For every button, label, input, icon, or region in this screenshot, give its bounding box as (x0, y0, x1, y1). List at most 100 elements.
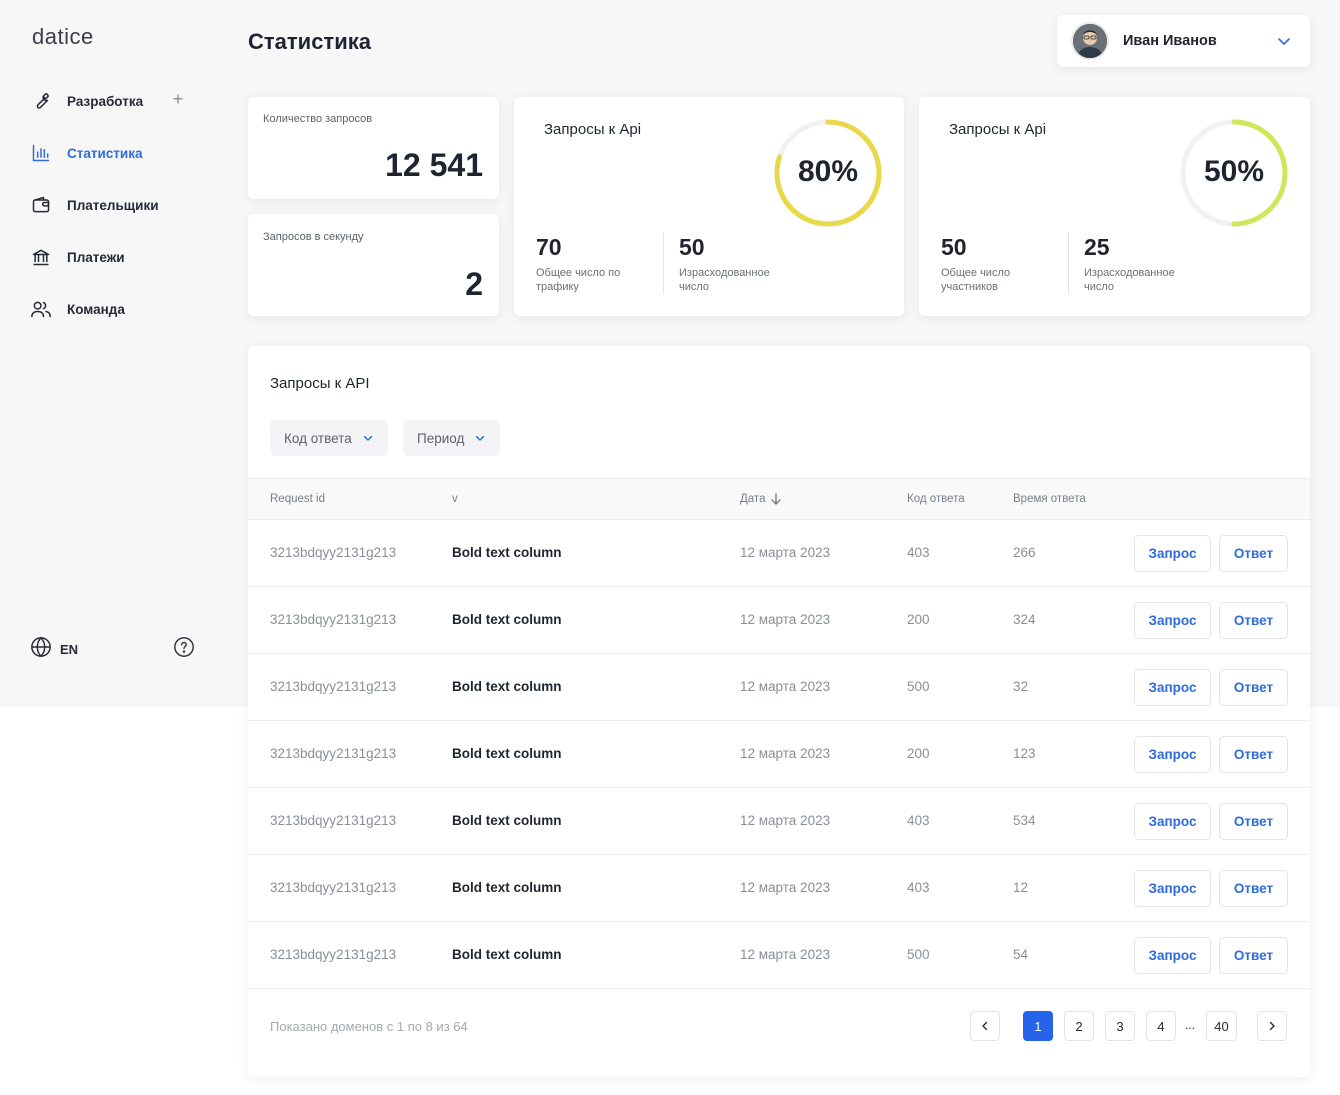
date-cell: 12 марта 2023 (740, 612, 831, 627)
response-time-cell: 266 (1013, 545, 1036, 560)
date-cell: 12 марта 2023 (740, 947, 831, 962)
request-button[interactable]: Запрос (1134, 870, 1211, 907)
column-header-label: Дата (740, 493, 766, 505)
response-code-cell: 403 (907, 813, 930, 828)
table-row: 3213bdqyy2131g213 Bold text column 12 март… (248, 855, 1310, 922)
response-time-cell: 12 (1013, 880, 1029, 895)
date-cell: 12 марта 2023 (740, 545, 831, 560)
previous-page-button[interactable] (970, 1011, 1000, 1041)
spent-label: Израсходованное число (1084, 267, 1175, 293)
pagination-summary: Показано доменов с 1 по 8 из 64 (270, 1019, 468, 1034)
users-icon (30, 298, 52, 320)
column-header-date[interactable]: Дата (740, 493, 782, 505)
api-card-title: Запросы к Api (949, 121, 1047, 138)
v-cell: Bold text column (452, 947, 562, 962)
sidebar-item-team[interactable]: Команда (30, 297, 125, 321)
sidebar-item-label: Команда (67, 301, 125, 317)
globe-icon (30, 636, 52, 663)
stat-divider (663, 232, 664, 294)
avatar (1071, 22, 1109, 60)
spent-value: 25 (1084, 234, 1110, 260)
page-button-4[interactable]: 4 (1146, 1011, 1176, 1041)
sidebar-item-payments[interactable]: Платежи (30, 245, 125, 269)
chevron-down-icon (1276, 33, 1292, 54)
v-cell: Bold text column (452, 612, 562, 627)
sidebar-item-development[interactable]: Разработка (30, 89, 143, 113)
response-button[interactable]: Ответ (1219, 736, 1288, 773)
request-id-cell: 3213bdqyy2131g213 (270, 746, 397, 761)
v-cell: Bold text column (452, 679, 562, 694)
wallet-icon (30, 194, 52, 216)
chevron-down-icon (363, 435, 372, 441)
requests-count-card: Количество запросов 12 541 (248, 97, 499, 199)
response-code-cell: 500 (907, 947, 930, 962)
total-traffic-label: Общее число по трафику (536, 267, 621, 293)
request-id-cell: 3213bdqyy2131g213 (270, 679, 397, 694)
table-row: 3213bdqyy2131g213 Bold text column 12 март… (248, 721, 1310, 788)
column-header-response-time[interactable]: Время ответа (1013, 493, 1086, 505)
language-label: EN (60, 642, 79, 657)
request-button[interactable]: Запрос (1134, 602, 1211, 639)
sidebar-item-label: Статистика (67, 145, 143, 161)
requests-per-second-label: Запросов в секунду (263, 231, 364, 243)
response-button[interactable]: Ответ (1219, 535, 1288, 572)
response-button[interactable]: Ответ (1219, 870, 1288, 907)
response-code-cell: 200 (907, 612, 930, 627)
response-button[interactable]: Ответ (1219, 669, 1288, 706)
bar-chart-icon (30, 142, 52, 164)
request-button[interactable]: Запрос (1134, 669, 1211, 706)
request-button[interactable]: Запрос (1134, 736, 1211, 773)
response-button[interactable]: Ответ (1219, 803, 1288, 840)
table-title: Запросы к API (270, 375, 370, 392)
sidebar-item-payers[interactable]: Плательщики (30, 193, 159, 217)
add-project-button[interactable]: + (170, 90, 186, 108)
date-cell: 12 марта 2023 (740, 746, 831, 761)
response-time-cell: 32 (1013, 679, 1029, 694)
filter-label: Код ответа (284, 430, 352, 446)
request-button[interactable]: Запрос (1134, 535, 1211, 572)
table-header: Request id v Дата Код ответа Время ответ… (248, 478, 1310, 520)
table-row: 3213bdqyy2131g213 Bold text column 12 март… (248, 587, 1310, 654)
date-cell: 12 марта 2023 (740, 679, 831, 694)
response-button[interactable]: Ответ (1219, 602, 1288, 639)
next-page-button[interactable] (1257, 1011, 1287, 1041)
response-button[interactable]: Ответ (1219, 937, 1288, 974)
date-cell: 12 марта 2023 (740, 813, 831, 828)
arrow-down-icon (771, 493, 782, 505)
table-row: 3213bdqyy2131g213 Bold text column 12 март… (248, 520, 1310, 587)
response-code-filter[interactable]: Код ответа (270, 420, 388, 456)
user-menu[interactable]: Иван Иванов (1057, 15, 1310, 67)
response-code-cell: 200 (907, 746, 930, 761)
api-card-title: Запросы к Api (544, 121, 642, 138)
sidebar-item-statistics[interactable]: Статистика (30, 141, 142, 165)
column-header-request-id[interactable]: Request id (270, 493, 325, 505)
requests-per-second-card: Запросов в секунду 2 (248, 214, 499, 316)
page-button-1[interactable]: 1 (1023, 1011, 1053, 1041)
request-button[interactable]: Запрос (1134, 803, 1211, 840)
page-button-last[interactable]: 40 (1206, 1011, 1237, 1041)
v-cell: Bold text column (452, 813, 562, 828)
request-id-cell: 3213bdqyy2131g213 (270, 947, 397, 962)
response-code-cell: 403 (907, 545, 930, 560)
column-header-response-code[interactable]: Код ответа (907, 493, 965, 505)
help-icon[interactable] (173, 636, 195, 658)
request-button[interactable]: Запрос (1134, 937, 1211, 974)
progress-percent: 80% (797, 155, 859, 188)
response-code-cell: 500 (907, 679, 930, 694)
period-filter[interactable]: Период (403, 420, 501, 456)
table-row: 3213bdqyy2131g213 Bold text column 12 март… (248, 922, 1310, 989)
request-id-cell: 3213bdqyy2131g213 (270, 880, 397, 895)
api-requests-table-card: Запросы к API Код ответа Период Request … (248, 346, 1310, 1077)
spent-label: Израсходованное число (679, 267, 770, 293)
v-cell: Bold text column (452, 880, 562, 895)
sidebar-item-label: Разработка (67, 93, 144, 109)
date-cell: 12 марта 2023 (740, 880, 831, 895)
page-button-3[interactable]: 3 (1105, 1011, 1135, 1041)
v-cell: Bold text column (452, 746, 562, 761)
language-switcher[interactable]: EN (30, 636, 78, 663)
column-header-v[interactable]: v (452, 493, 458, 505)
progress-percent: 50% (1203, 155, 1265, 188)
chevron-right-icon (1269, 1021, 1275, 1031)
response-time-cell: 534 (1013, 813, 1036, 828)
page-button-2[interactable]: 2 (1064, 1011, 1094, 1041)
